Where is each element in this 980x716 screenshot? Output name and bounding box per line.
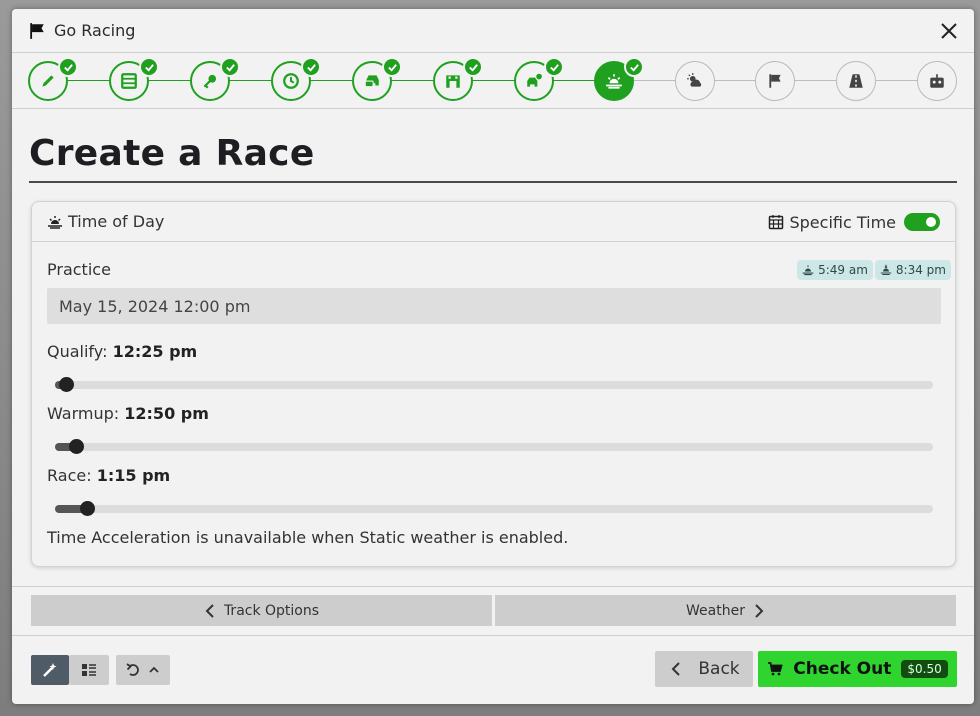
wizard-nav: Track Options Weather	[12, 586, 974, 636]
undo-icon	[126, 663, 139, 676]
chevron-up-icon	[149, 666, 159, 673]
garage-icon	[446, 75, 460, 88]
chevron-right-icon	[755, 603, 764, 618]
check-icon	[139, 57, 159, 77]
sunset-time: 8:34 pm	[895, 263, 946, 277]
cars-icon	[364, 75, 379, 88]
step-time-of-day[interactable]	[594, 57, 644, 101]
slider-handle[interactable]	[80, 501, 95, 516]
robot-icon	[930, 74, 944, 88]
previous-step-label: Track Options	[223, 602, 320, 619]
time-of-day-card: Time of Day Specific Time Practice 5:49 …	[31, 201, 956, 567]
checkout-button[interactable]: Check Out $0.50	[758, 651, 957, 687]
step-weather[interactable]	[675, 61, 715, 101]
session-time: 12:50 pm	[124, 404, 209, 423]
list-mode-button[interactable]	[69, 655, 109, 685]
key-icon	[203, 74, 217, 89]
road-icon	[849, 74, 863, 88]
practice-label: Practice	[47, 260, 111, 279]
checkout-label: Check Out	[793, 659, 892, 679]
sunrise-badge: 5:49 am	[797, 260, 873, 280]
price-badge: $0.50	[901, 660, 948, 678]
check-icon	[544, 57, 564, 77]
race-slider[interactable]	[55, 501, 933, 516]
practice-datetime-input[interactable]: May 15, 2024 12:00 pm	[47, 288, 941, 324]
step-car-setup[interactable]	[514, 57, 564, 101]
session-name: Race:	[47, 466, 92, 485]
step-duration[interactable]	[271, 57, 321, 101]
session-name: Warmup:	[47, 404, 120, 423]
race-label: Race: 1:15 pm	[47, 466, 170, 485]
time-acceleration-note: Time Acceleration is unavailable when St…	[47, 528, 569, 547]
page-title: Create a Race	[29, 133, 315, 174]
calendar-icon	[769, 215, 784, 230]
step-cars[interactable]	[352, 57, 402, 101]
step-race-rules[interactable]	[755, 61, 795, 101]
weather-icon	[687, 73, 702, 87]
back-button[interactable]: Back	[655, 651, 753, 687]
step-password[interactable]	[190, 57, 240, 101]
step-server[interactable]	[109, 57, 159, 101]
specific-time-label: Specific Time	[789, 212, 896, 232]
step-track[interactable]	[836, 61, 876, 101]
warmup-slider[interactable]	[55, 439, 933, 454]
session-time: 12:25 pm	[112, 342, 198, 361]
create-race-dialog: Go Racing Create a Race Time of Day Spec…	[12, 9, 974, 704]
check-icon	[58, 57, 78, 77]
sunrise-icon	[802, 265, 814, 276]
qualify-label: Qualify: 12:25 pm	[47, 342, 197, 361]
check-icon	[382, 57, 402, 77]
wizard-stepper	[12, 53, 974, 109]
sunrise-icon	[48, 215, 62, 229]
specific-time-toggle[interactable]	[904, 213, 940, 231]
next-step-label: Weather	[686, 602, 745, 619]
qualify-slider[interactable]	[55, 377, 933, 392]
title-divider	[29, 181, 957, 183]
sun-times: 5:49 am 8:34 pm	[797, 260, 951, 280]
sunset-icon	[880, 264, 892, 276]
card-header: Time of Day Specific Time	[32, 202, 955, 242]
flag-icon	[769, 74, 781, 88]
chevron-left-icon	[205, 603, 214, 618]
car-settings-icon	[527, 73, 542, 87]
previous-step-button[interactable]: Track Options	[31, 595, 492, 626]
cart-icon	[768, 662, 783, 676]
step-ai[interactable]	[917, 61, 957, 101]
chevron-left-icon	[671, 662, 681, 676]
server-icon	[121, 73, 137, 89]
sunset-badge: 8:34 pm	[874, 260, 951, 280]
session-time: 1:15 pm	[96, 466, 171, 485]
session-name: Qualify:	[47, 342, 108, 361]
magic-wand-icon	[43, 663, 57, 677]
warmup-label: Warmup: 12:50 pm	[47, 404, 209, 423]
undo-menu-button[interactable]	[116, 655, 170, 685]
slider-handle[interactable]	[59, 377, 74, 392]
wizard-mode-button[interactable]	[31, 655, 69, 685]
pencil-icon	[42, 75, 54, 87]
step-edit[interactable]	[28, 57, 78, 101]
title-bar: Go Racing	[12, 9, 974, 53]
list-icon	[82, 664, 96, 676]
step-garage[interactable]	[433, 57, 483, 101]
close-icon[interactable]	[938, 20, 960, 42]
flag-icon	[30, 22, 44, 39]
sunrise-time: 5:49 am	[818, 263, 868, 277]
check-icon	[301, 57, 321, 77]
back-label: Back	[698, 659, 740, 679]
check-icon	[220, 57, 240, 77]
clock-icon	[283, 73, 299, 89]
time-of-day-label: Time of Day	[68, 212, 165, 231]
slider-handle[interactable]	[69, 439, 84, 454]
window-title: Go Racing	[54, 21, 136, 40]
check-icon	[463, 57, 483, 77]
sunrise-icon	[606, 74, 622, 89]
check-icon	[624, 57, 644, 77]
next-step-button[interactable]: Weather	[495, 595, 956, 626]
